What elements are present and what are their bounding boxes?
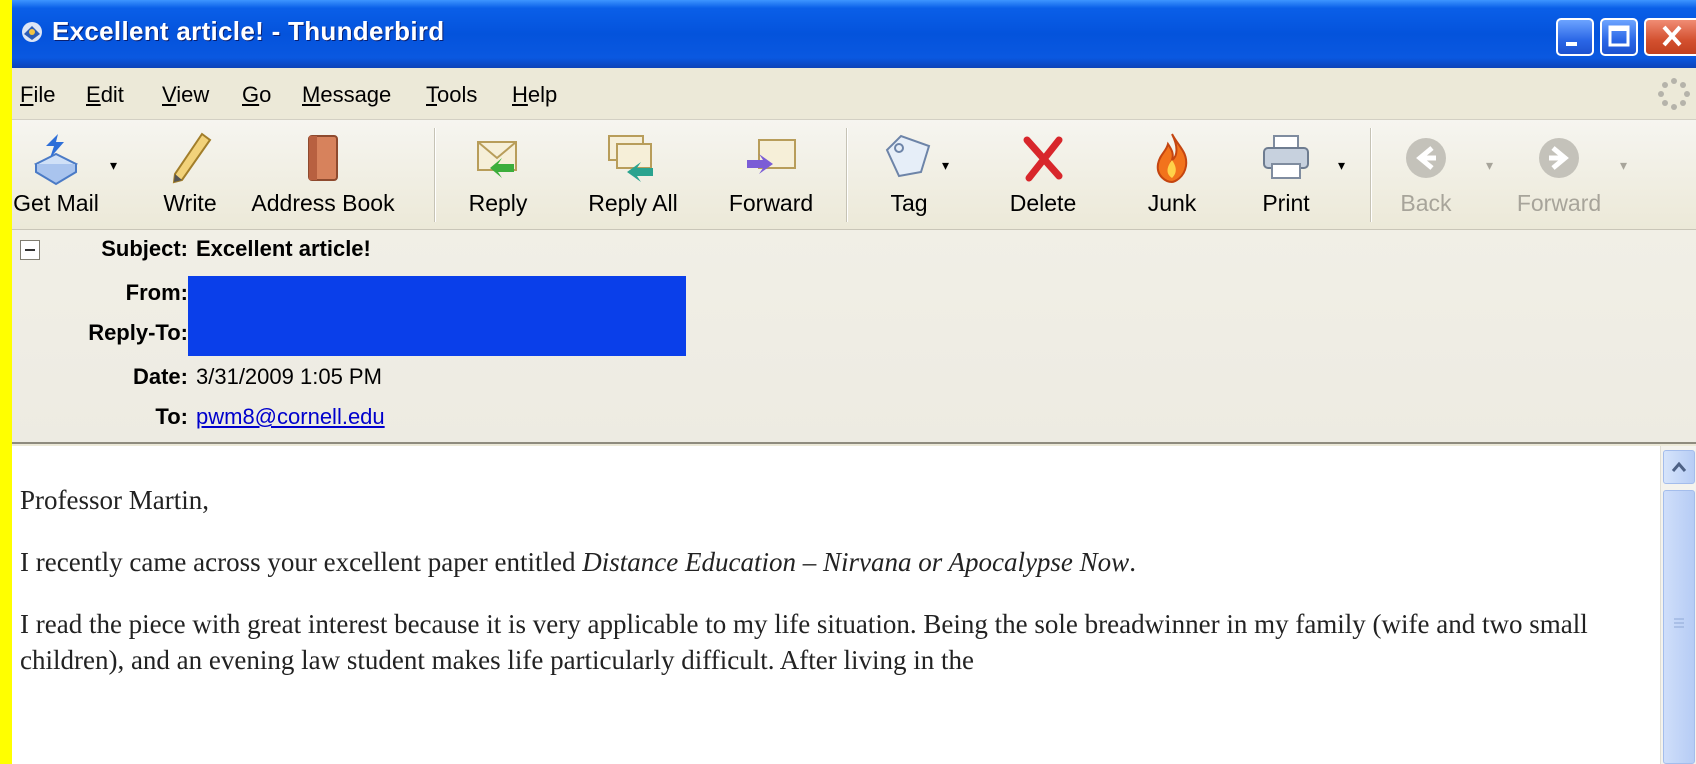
forward-button[interactable]: Forward bbox=[716, 120, 826, 230]
menu-message[interactable]: Message bbox=[302, 82, 391, 108]
date-label: Date: bbox=[132, 364, 188, 389]
message-header-pane: Subject: Excellent article! From: Reply-… bbox=[12, 230, 1696, 444]
toolbar-separator bbox=[1370, 128, 1372, 222]
maximize-icon bbox=[1608, 25, 1630, 47]
toolbar-separator bbox=[434, 128, 436, 222]
pencil-icon bbox=[172, 132, 212, 184]
delete-button[interactable]: Delete bbox=[988, 120, 1098, 230]
reply-to-label: Reply-To: bbox=[88, 320, 188, 345]
to-row: To: pwm8@cornell.edu bbox=[12, 400, 1696, 438]
greeting: Professor Martin, bbox=[20, 485, 209, 515]
chevron-up-icon bbox=[1671, 461, 1687, 472]
grip-icon bbox=[1674, 618, 1684, 628]
subject-row: Subject: Excellent article! bbox=[12, 232, 1696, 270]
date-value: 3/31/2009 1:05 PM bbox=[196, 364, 382, 389]
printer-icon bbox=[1263, 135, 1309, 179]
get-mail-icon bbox=[33, 134, 79, 186]
redaction-box bbox=[188, 276, 686, 356]
toolbar-separator bbox=[846, 128, 848, 222]
to-label: To: bbox=[155, 404, 188, 429]
menu-go[interactable]: Go bbox=[242, 82, 271, 108]
title-bar[interactable]: Excellent article! - Thunderbird bbox=[12, 0, 1696, 68]
activity-throbber-icon bbox=[1658, 78, 1690, 110]
menu-bar: File Edit View Go Message Tools Help bbox=[12, 68, 1696, 120]
vertical-scrollbar[interactable] bbox=[1660, 446, 1696, 764]
reply-button[interactable]: Reply bbox=[448, 120, 548, 230]
back-dropdown-icon[interactable]: ▾ bbox=[1486, 158, 1493, 174]
message-body: Professor Martin, I recently came across… bbox=[20, 482, 1640, 704]
scroll-thumb[interactable] bbox=[1663, 490, 1695, 764]
address-book-icon bbox=[308, 135, 338, 181]
forward-arrow-icon bbox=[1539, 138, 1579, 178]
scroll-up-button[interactable] bbox=[1663, 450, 1695, 484]
reply-all-icon bbox=[608, 135, 653, 182]
close-button[interactable] bbox=[1644, 18, 1696, 56]
from-label: From: bbox=[125, 280, 188, 305]
delete-icon bbox=[1023, 136, 1063, 182]
menu-tools[interactable]: Tools bbox=[426, 82, 477, 108]
subject-value: Excellent article! bbox=[196, 236, 371, 261]
to-email-link[interactable]: pwm8@cornell.edu bbox=[196, 404, 385, 430]
address-book-button[interactable]: Address Book bbox=[248, 120, 398, 230]
tag-dropdown-icon[interactable]: ▾ bbox=[942, 158, 949, 174]
menu-file[interactable]: File bbox=[20, 82, 55, 108]
nav-forward-button[interactable]: Forward bbox=[1500, 120, 1618, 230]
junk-button[interactable]: Junk bbox=[1122, 120, 1222, 230]
print-dropdown-icon[interactable]: ▾ bbox=[1338, 158, 1345, 174]
message-body-pane[interactable]: Professor Martin, I recently came across… bbox=[12, 446, 1660, 764]
reply-all-button[interactable]: Reply All bbox=[578, 120, 688, 230]
back-arrow-icon bbox=[1406, 138, 1446, 178]
get-mail-button[interactable]: Get Mail bbox=[12, 120, 106, 230]
minimize-icon bbox=[1566, 42, 1577, 46]
menu-view[interactable]: View bbox=[162, 82, 209, 108]
body-paragraph-2: I read the piece with great interest bec… bbox=[20, 609, 1588, 675]
nav-forward-dropdown-icon[interactable]: ▾ bbox=[1620, 158, 1627, 174]
get-mail-dropdown-icon[interactable]: ▾ bbox=[110, 158, 117, 174]
minimize-button[interactable] bbox=[1556, 18, 1594, 56]
subject-label: Subject: bbox=[101, 236, 188, 261]
reply-icon bbox=[477, 141, 517, 178]
menu-help[interactable]: Help bbox=[512, 82, 557, 108]
body-paragraph-1: I recently came across your excellent pa… bbox=[20, 547, 1136, 577]
print-button[interactable]: Print bbox=[1236, 120, 1336, 230]
paper-title: Distance Education – Nirvana or Apocalyp… bbox=[582, 547, 1130, 577]
main-toolbar: Get Mail ▾ Write Address Book Reply Repl… bbox=[12, 120, 1696, 230]
forward-mail-icon bbox=[747, 139, 796, 174]
date-row: Date: 3/31/2009 1:05 PM bbox=[12, 360, 1696, 398]
close-icon bbox=[1662, 25, 1682, 47]
write-button[interactable]: Write bbox=[150, 120, 230, 230]
thunderbird-window: Excellent article! - Thunderbird File Ed… bbox=[12, 0, 1696, 764]
menu-edit[interactable]: Edit bbox=[86, 82, 124, 108]
thunderbird-app-icon[interactable] bbox=[20, 20, 44, 44]
tag-button[interactable]: Tag bbox=[864, 120, 954, 230]
tag-icon bbox=[885, 134, 931, 178]
back-button[interactable]: Back bbox=[1384, 120, 1468, 230]
junk-flame-icon bbox=[1156, 133, 1188, 184]
window-title: Excellent article! - Thunderbird bbox=[52, 16, 445, 46]
maximize-button[interactable] bbox=[1600, 18, 1638, 56]
